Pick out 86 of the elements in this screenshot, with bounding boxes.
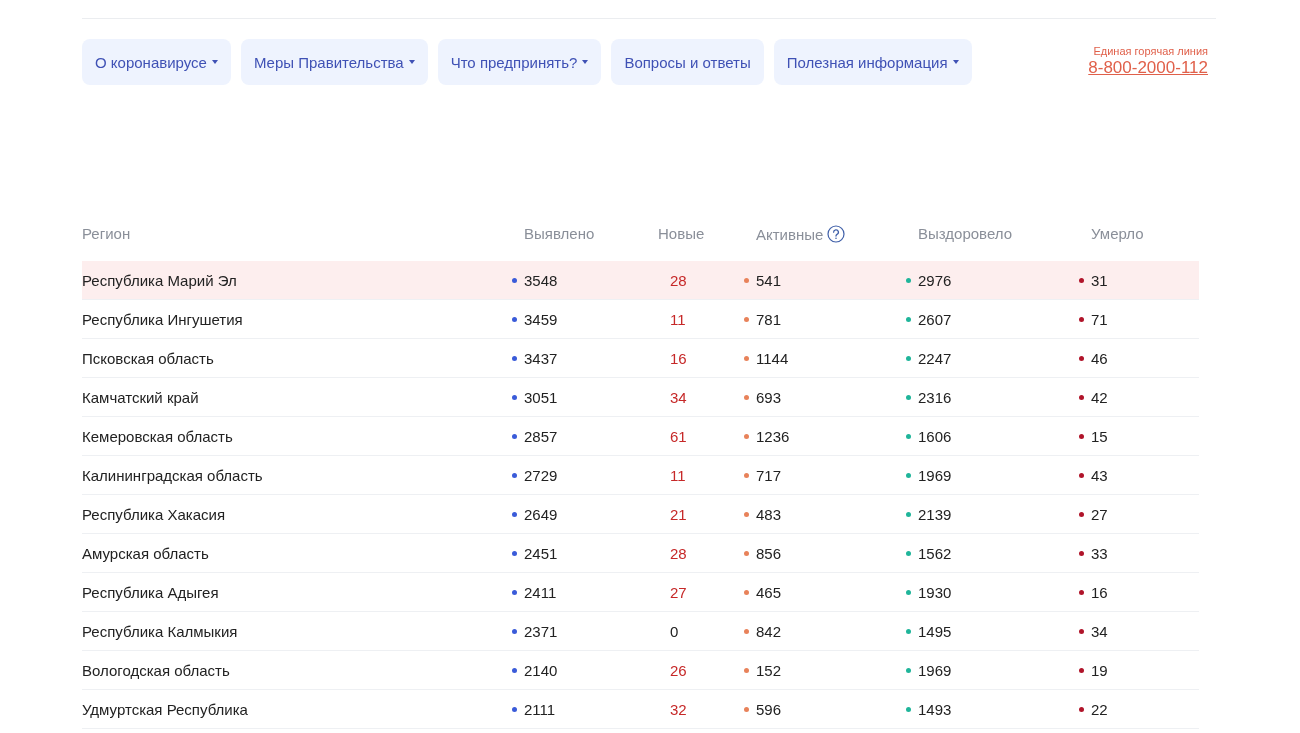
new-count: 0 [670, 622, 679, 640]
deaths-count: 71 [1091, 310, 1108, 328]
new-count: 11 [670, 310, 686, 328]
column-header: Выздоровело [918, 225, 1013, 242]
recovered-count: 2247 [918, 349, 952, 367]
region-name: Республика Хакасия [82, 505, 225, 523]
region-name: Вологодская область [82, 661, 230, 679]
new-count: 16 [670, 349, 687, 367]
deaths-count: 22 [1091, 700, 1108, 718]
active-count: 781 [756, 310, 782, 328]
active-count: 465 [756, 583, 782, 601]
region-name: Республика Калмыкия [82, 622, 238, 640]
region-name: Удмуртская Республика [82, 700, 248, 718]
new-count: 11 [670, 466, 686, 484]
new-count: 34 [670, 388, 687, 406]
active-count: 717 [756, 466, 782, 484]
recovered-count: 2607 [918, 310, 952, 328]
region-name: Псковская область [82, 349, 214, 367]
column-header: Регион [82, 225, 131, 242]
recovered-count: 2139 [918, 505, 952, 523]
nav-menu-button[interactable]: Что предпринять? [437, 39, 602, 85]
region-name: Республика Марий Эл [82, 271, 237, 289]
deaths-count: 27 [1091, 505, 1108, 523]
hotline-label: Единая горячая линия [1093, 45, 1208, 57]
active-count: 483 [756, 505, 782, 523]
detected-count: 2649 [524, 505, 558, 523]
recovered-count: 1969 [918, 466, 952, 484]
detected-count: 3548 [524, 271, 558, 289]
column-header: Активные [756, 225, 824, 243]
deaths-count: 34 [1091, 622, 1108, 640]
region-name: Республика Адыгея [82, 583, 219, 601]
recovered-count: 1562 [918, 544, 952, 562]
recovered-count: 1493 [918, 700, 952, 718]
region-name: Амурская область [82, 544, 209, 562]
new-count: 32 [670, 700, 687, 718]
active-count: 693 [756, 388, 782, 406]
detected-count: 3459 [524, 310, 558, 328]
region-name: Республика Ингушетия [82, 310, 243, 328]
deaths-count: 43 [1091, 466, 1108, 484]
active-count: 856 [756, 544, 782, 562]
deaths-count: 16 [1091, 583, 1108, 601]
new-count: 21 [670, 505, 687, 523]
nav-menu-button[interactable]: О коронавирусе [82, 39, 231, 85]
nav-menu-button[interactable]: Меры Правительства [240, 39, 428, 85]
detected-count: 2411 [524, 583, 557, 601]
column-header: Новые [658, 225, 705, 242]
detected-count: 2140 [524, 661, 558, 679]
recovered-count: 1495 [918, 622, 952, 640]
hotline-phone-link[interactable]: 8-800-2000-112 [1088, 58, 1208, 78]
column-header: Умерло [1091, 225, 1144, 242]
deaths-count: 42 [1091, 388, 1108, 406]
new-count: 61 [670, 427, 687, 445]
active-count: 541 [756, 271, 782, 289]
active-count: 1144 [756, 349, 789, 367]
detected-count: 2371 [524, 622, 558, 640]
help-icon[interactable] [827, 225, 846, 243]
deaths-count: 31 [1091, 271, 1108, 289]
detected-count: 3051 [524, 388, 558, 406]
detected-count: 2857 [524, 427, 558, 445]
recovered-count: 1930 [918, 583, 952, 601]
deaths-count: 33 [1091, 544, 1108, 562]
region-name: Камчатский край [82, 388, 199, 406]
recovered-count: 2316 [918, 388, 952, 406]
region-name: Кемеровская область [82, 427, 233, 445]
active-count: 152 [756, 661, 782, 679]
new-count: 26 [670, 661, 687, 679]
new-count: 28 [670, 544, 687, 562]
recovered-count: 1969 [918, 661, 952, 679]
detected-count: 3437 [524, 349, 558, 367]
active-count: 842 [756, 622, 782, 640]
column-header: Выявлено [524, 225, 595, 242]
deaths-count: 15 [1091, 427, 1108, 445]
recovered-count: 1606 [918, 427, 952, 445]
region-name: Калининградская область [82, 466, 263, 484]
deaths-count: 46 [1091, 349, 1108, 367]
detected-count: 2111 [524, 700, 556, 718]
detected-count: 2451 [524, 544, 558, 562]
new-count: 27 [670, 583, 687, 601]
nav-menu-button[interactable]: Вопросы и ответы [611, 39, 764, 85]
active-count: 1236 [756, 427, 790, 445]
detected-count: 2729 [524, 466, 558, 484]
active-count: 596 [756, 700, 782, 718]
nav-menu-button[interactable]: Полезная информация [773, 39, 972, 85]
recovered-count: 2976 [918, 271, 952, 289]
deaths-count: 19 [1091, 661, 1108, 679]
new-count: 28 [670, 271, 687, 289]
